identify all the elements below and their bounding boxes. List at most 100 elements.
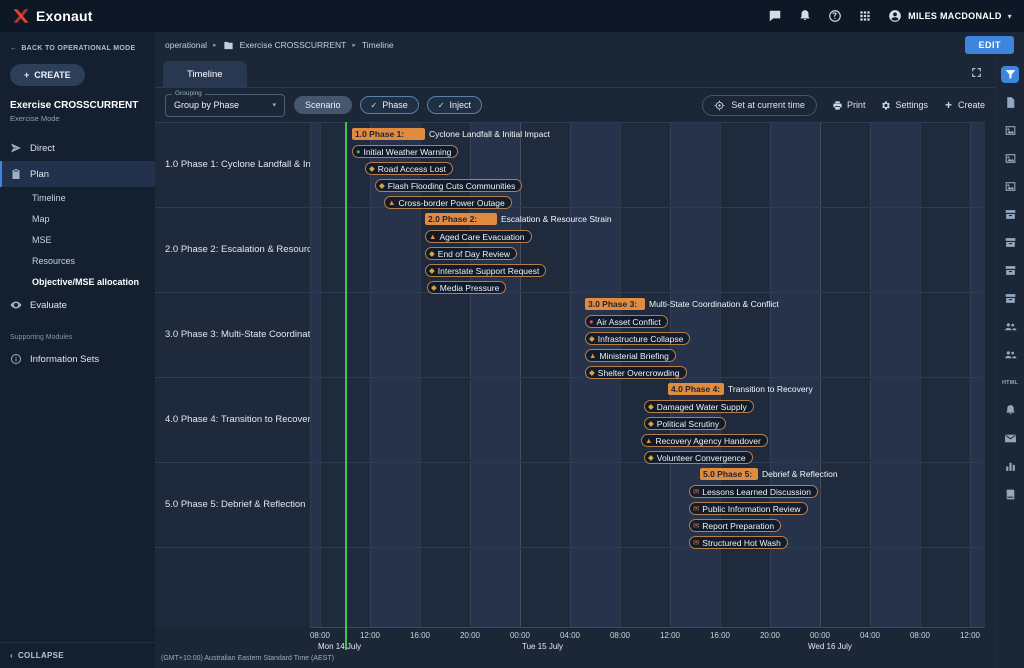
document-icon[interactable] (1001, 94, 1019, 111)
inject-chip[interactable]: ◆Interstate Support Request (425, 264, 546, 277)
inject-label: Public Information Review (702, 504, 800, 514)
filter-chip-phase[interactable]: ✓Phase (360, 96, 419, 114)
inject-chip[interactable]: ◆Political Scrutiny (644, 417, 726, 430)
inject-chip[interactable]: ◆Flash Flooding Cuts Communities (375, 179, 522, 192)
settings-button[interactable]: Settings (880, 100, 928, 111)
collapse-button[interactable]: ‹ COLLAPSE (0, 642, 155, 668)
phase-bar[interactable]: 1.0 Phase 1:Cyclone Landfall & Initial I… (352, 128, 550, 140)
phase-row-label: 2.0 Phase 2: Escalation & Resource S... (155, 207, 310, 292)
current-time-line (345, 122, 347, 650)
fullscreen-icon[interactable] (970, 66, 983, 79)
tab-timeline[interactable]: Timeline (163, 61, 247, 87)
archive-icon[interactable] (1001, 290, 1019, 307)
inject-chip[interactable]: ✉Public Information Review (689, 502, 808, 515)
inject-chip[interactable]: ▲Cross-border Power Outage (384, 196, 512, 209)
create-button[interactable]: + CREATE (10, 64, 85, 86)
grid-band (920, 122, 970, 627)
timeline: 1.0 Phase 1: Cyclone Landfall & Initia..… (155, 122, 985, 668)
image-icon[interactable] (1001, 122, 1019, 139)
sidebar-item-resources[interactable]: Resources (0, 250, 155, 271)
diamond-icon: ◆ (429, 267, 435, 275)
inject-chip[interactable]: ◆End of Day Review (425, 247, 517, 260)
chat-icon[interactable] (768, 9, 782, 23)
chart-icon[interactable] (1001, 458, 1019, 475)
inject-chip[interactable]: ▲Ministerial Briefing (585, 349, 676, 362)
breadcrumb: operational ▸ Exercise CROSSCURRENT ▸ Ti… (155, 32, 1024, 58)
inject-chip[interactable]: ▲Aged Care Evacuation (425, 230, 532, 243)
book-icon[interactable] (1001, 486, 1019, 503)
inject-chip[interactable]: ●Initial Weather Warning (352, 145, 458, 158)
sidebar-item-direct[interactable]: Direct (0, 135, 155, 161)
edit-button[interactable]: EDIT (965, 36, 1014, 54)
inject-label: Recovery Agency Handover (655, 436, 760, 446)
exercise-name: Exercise CROSSCURRENT (10, 100, 145, 111)
grid-band (820, 122, 870, 627)
help-icon[interactable] (828, 9, 842, 23)
gear-icon (880, 100, 891, 111)
left-sidebar: ← BACK TO OPERATIONAL MODE + CREATE Exer… (0, 32, 155, 668)
create-button[interactable]: +Create (943, 100, 985, 111)
print-button[interactable]: Print (832, 100, 866, 111)
grouping-select[interactable]: Grouping Group by Phase ▾ (165, 94, 285, 117)
phase-row-label: 4.0 Phase 4: Transition to Recovery (155, 377, 310, 462)
user-menu[interactable]: MILES MACDONALD ▾ (888, 9, 1012, 23)
phase-bar[interactable]: 4.0 Phase 4:Transition to Recovery (668, 383, 813, 395)
dot-icon: ● (589, 318, 594, 326)
image-icon[interactable] (1001, 150, 1019, 167)
inject-chip[interactable]: ▲Recovery Agency Handover (641, 434, 768, 447)
phase-bar[interactable]: 3.0 Phase 3:Multi-State Coordination & C… (585, 298, 779, 310)
inject-label: Infrastructure Collapse (598, 334, 684, 344)
day-label: Tue 15 July (522, 642, 563, 651)
inject-chip[interactable]: ◆Infrastructure Collapse (585, 332, 690, 345)
sidebar-item-evaluate[interactable]: Evaluate (0, 292, 155, 318)
set-at-current-time-button[interactable]: Set at current time (702, 95, 817, 116)
inject-chip[interactable]: ◆Media Pressure (427, 281, 506, 294)
inject-chip[interactable]: ◆Volunteer Convergence (644, 451, 753, 464)
inject-chip[interactable]: ●Air Asset Conflict (585, 315, 668, 328)
groups-icon[interactable] (1001, 346, 1019, 363)
grid-band (770, 122, 820, 627)
groups-icon[interactable] (1001, 318, 1019, 335)
image-icon[interactable] (1001, 178, 1019, 195)
mail-icon[interactable] (1001, 430, 1019, 447)
inject-chip[interactable]: ◆Shelter Overcrowding (585, 366, 687, 379)
grid-band (310, 122, 320, 627)
inject-chip[interactable]: ✉Structured Hot Wash (689, 536, 788, 549)
sidebar-item-map[interactable]: Map (0, 208, 155, 229)
sidebar-item-information-sets[interactable]: Information Sets (0, 346, 155, 372)
breadcrumb-exercise[interactable]: Exercise CROSSCURRENT (240, 40, 347, 50)
row-separator (155, 122, 985, 123)
grid-band (970, 122, 985, 627)
sidebar-item-plan[interactable]: Plan (0, 161, 155, 187)
phase-bar-fill: 2.0 Phase 2: (425, 213, 497, 225)
day-label: Wed 16 July (808, 642, 852, 651)
apps-icon[interactable] (858, 9, 872, 23)
inject-chip[interactable]: ◆Damaged Water Supply (644, 400, 754, 413)
sidebar-item-objective-mse-allocation[interactable]: Objective/MSE allocation (0, 271, 155, 292)
time-tick-label: 08:00 (610, 631, 630, 640)
phase-row-label: 1.0 Phase 1: Cyclone Landfall & Initia..… (155, 122, 310, 207)
html-icon[interactable]: HTML (1001, 374, 1019, 391)
plus-icon: + (24, 70, 29, 80)
archive-icon[interactable] (1001, 234, 1019, 251)
breadcrumb-operational[interactable]: operational (165, 40, 207, 50)
bell-icon[interactable] (798, 9, 812, 23)
timeline-toolbar: Grouping Group by Phase ▾ Scenario ✓Phase… (155, 88, 995, 122)
gridline (520, 122, 521, 627)
bell-icon[interactable] (1001, 402, 1019, 419)
filter-icon[interactable] (1001, 66, 1019, 83)
inject-chip[interactable]: ✉Lessons Learned Discussion (689, 485, 818, 498)
chevron-left-icon: ‹ (10, 651, 13, 660)
phase-bar[interactable]: 5.0 Phase 5:Debrief & Reflection (700, 468, 838, 480)
inject-chip[interactable]: ✉Report Preparation (689, 519, 781, 532)
sidebar-item-mse[interactable]: MSE (0, 229, 155, 250)
inject-chip[interactable]: ◆Road Access Lost (365, 162, 453, 175)
archive-icon[interactable] (1001, 262, 1019, 279)
phase-bar[interactable]: 2.0 Phase 2:Escalation & Resource Strain (425, 213, 612, 225)
sidebar-item-timeline[interactable]: Timeline (0, 187, 155, 208)
filter-chip-inject[interactable]: ✓Inject (427, 96, 482, 114)
back-to-operational-link[interactable]: ← BACK TO OPERATIONAL MODE (0, 32, 155, 56)
archive-icon[interactable] (1001, 206, 1019, 223)
gridline (720, 122, 721, 627)
filter-chip-scenario[interactable]: Scenario (294, 96, 352, 114)
